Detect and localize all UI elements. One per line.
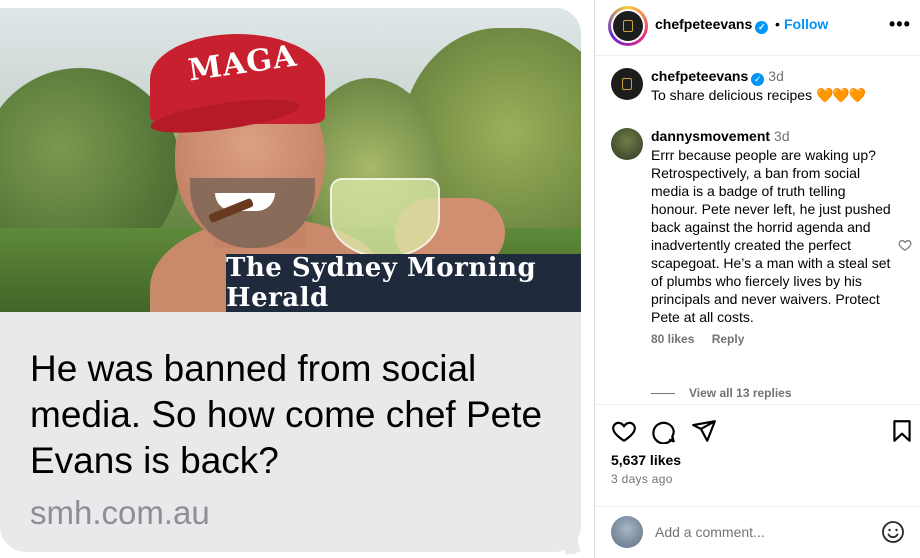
article-domain: smh.com.au (30, 494, 210, 531)
dot-separator: • (775, 16, 780, 32)
article-photo: MAGA The Sydney Morning Herald (0, 8, 581, 312)
comment-like-heart-icon[interactable] (898, 238, 912, 252)
caption-username[interactable]: chefpeteevans (651, 68, 748, 84)
commenter-avatar[interactable] (611, 128, 643, 160)
more-options-icon[interactable]: ••• (889, 14, 911, 35)
orange-heart-emojis: 🧡🧡🧡 (815, 87, 866, 103)
article-headline[interactable]: He was banned from social media. So how … (30, 346, 570, 484)
profile-avatar[interactable] (608, 6, 648, 46)
comment: dannysmovement 3d Errr because people are… (651, 128, 891, 346)
drink-glass (330, 178, 440, 258)
add-comment-input[interactable] (655, 516, 875, 548)
share-icon[interactable] (691, 418, 717, 444)
verified-badge-icon: ✓ (751, 73, 765, 86)
header-username[interactable]: chefpeteevans ✓ (655, 16, 769, 34)
brand-logo-icon (622, 78, 632, 90)
reply-button[interactable]: Reply (712, 332, 745, 346)
post-caption: chefpeteevans ✓ 3d To share delicious reci… (651, 68, 911, 104)
bookmark-icon[interactable] (889, 418, 915, 444)
comment-text: Errr because people are waking up? Retro… (651, 147, 891, 325)
newspaper-masthead: The Sydney Morning Herald (226, 253, 581, 312)
comment-likes[interactable]: 80 likes (651, 332, 694, 346)
follow-button[interactable]: Follow (784, 16, 828, 32)
verified-badge-icon: ✓ (755, 21, 769, 34)
caption-time[interactable]: 3d (768, 68, 784, 84)
comment-time[interactable]: 3d (774, 128, 790, 144)
post-date[interactable]: 3 days ago (611, 472, 673, 486)
emoji-icon[interactable] (881, 520, 905, 544)
post-header: chefpeteevans ✓ • Follow ••• (595, 0, 920, 56)
comment-username[interactable]: dannysmovement (651, 128, 770, 144)
current-user-avatar (611, 516, 643, 548)
instagram-post-panel: chefpeteevans ✓ • Follow ••• chefpeteevan… (594, 0, 920, 558)
caption-avatar[interactable] (611, 68, 643, 100)
brand-logo-icon (623, 20, 633, 32)
link-preview-pane: MAGA The Sydney Morning Herald He was ba… (0, 0, 596, 558)
view-replies-link[interactable]: View all 13 replies (651, 386, 792, 400)
heart-icon[interactable] (611, 418, 637, 444)
link-preview-bubble[interactable]: MAGA The Sydney Morning Herald He was ba… (0, 8, 581, 552)
post-likes[interactable]: 5,637 likes (611, 452, 681, 468)
caption-text: To share delicious recipes (651, 87, 813, 103)
comment-icon[interactable] (651, 418, 677, 444)
